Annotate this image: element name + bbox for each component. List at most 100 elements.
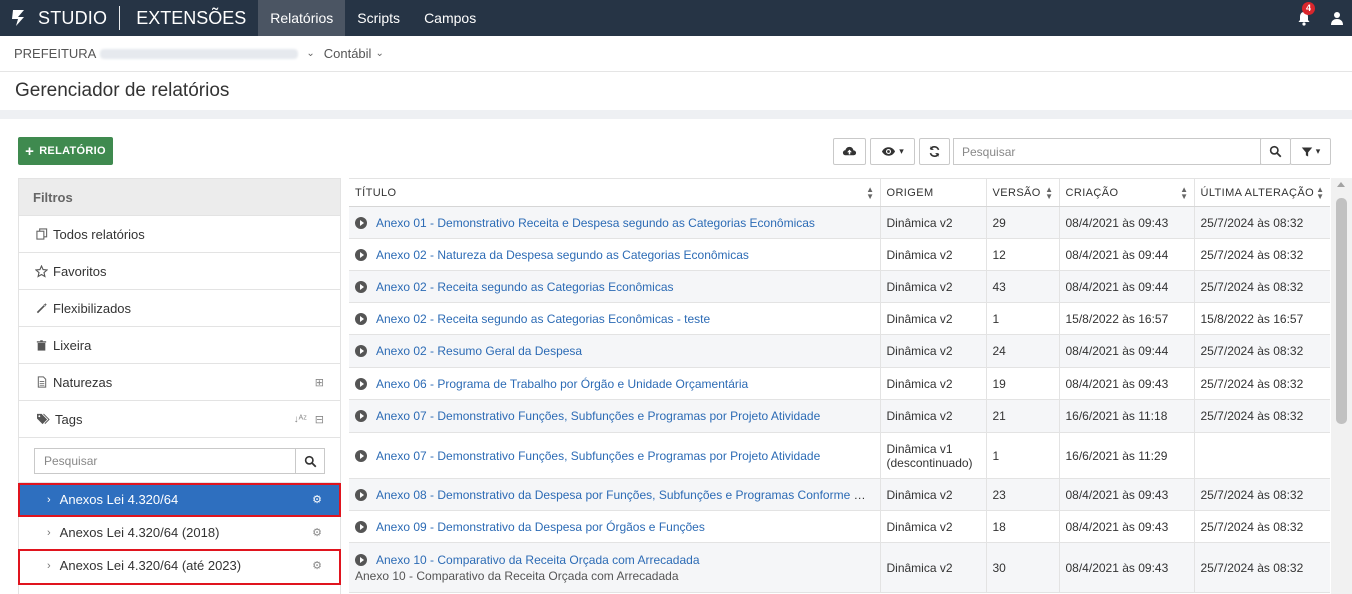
tag-search-input[interactable]: Pesquisar: [34, 448, 296, 474]
report-link[interactable]: Anexo 01 - Demonstrativo Receita e Despe…: [376, 216, 815, 230]
table-row[interactable]: Anexo 02 - Natureza da Despesa segundo a…: [349, 238, 1330, 271]
column-header-title[interactable]: TÍTULO ▲ ▼: [349, 178, 881, 207]
cell-origin: Dinâmica v2: [880, 270, 987, 303]
report-link[interactable]: Anexo 07 - Demonstrativo Funções, Subfun…: [376, 409, 820, 423]
report-link[interactable]: Anexo 02 - Receita segundo as Categorias…: [376, 312, 710, 326]
column-header-updated[interactable]: ÚLTIMA ALTERAÇÃO ▲ ▼: [1194, 178, 1330, 207]
play-icon[interactable]: [355, 345, 367, 357]
expand-natures-icon[interactable]: ⊞: [315, 364, 324, 401]
cell-title: Anexo 08 - Demonstrativo da Despesa por …: [349, 478, 881, 511]
play-icon[interactable]: [355, 377, 367, 390]
cell-version: 1: [986, 432, 1060, 479]
nav-campos[interactable]: Campos: [412, 0, 488, 36]
table-row[interactable]: Anexo 10 - Comparativo da Receita Orçada…: [349, 542, 1330, 593]
report-link[interactable]: Anexo 02 - Natureza da Despesa segundo a…: [376, 248, 749, 262]
scroll-up-arrow-icon[interactable]: [1337, 182, 1345, 187]
play-icon[interactable]: [355, 449, 367, 462]
table-row[interactable]: Anexo 08 - Demonstrativo da Despesa por …: [349, 478, 1330, 511]
chevron-right-icon: ›: [47, 526, 51, 539]
user-icon[interactable]: [1330, 11, 1344, 25]
play-icon[interactable]: [355, 216, 367, 229]
cell-created: 08/4/2021 às 09:44: [1059, 334, 1195, 368]
play-icon[interactable]: [355, 248, 367, 261]
table-header-row: TÍTULO ▲ ▼ ORIGEM VERSÃO ▲ ▼ CRIAÇÃO ▲ ▼ ÚLTIM…: [349, 178, 1330, 207]
nav-scripts[interactable]: Scripts: [345, 0, 412, 36]
play-icon[interactable]: [355, 520, 367, 533]
cell-created: 08/4/2021 às 09:43: [1059, 367, 1195, 400]
cell-created: 15/8/2022 às 16:57: [1059, 302, 1195, 335]
table-row[interactable]: Anexo 07 - Demonstrativo Funções, Subfun…: [349, 432, 1330, 479]
origin-label: Dinâmica v2: [886, 560, 953, 575]
filter-favorites[interactable]: Favoritos: [19, 253, 340, 290]
copy-icon: [35, 228, 48, 241]
play-icon[interactable]: [355, 553, 367, 566]
table-row[interactable]: Anexo 02 - Receita segundo as Categorias…: [349, 270, 1330, 303]
filter-label: Lixeira: [53, 337, 92, 353]
cell-origin: Dinâmica v2: [880, 238, 987, 271]
sort-alpha-icon[interactable]: ↓ᴬᶻ: [294, 414, 307, 425]
column-header-origin[interactable]: ORIGEM: [880, 178, 987, 207]
play-icon[interactable]: [355, 410, 367, 422]
new-report-button[interactable]: + RELATÓRIO: [18, 137, 113, 165]
report-link[interactable]: Anexo 09 - Demonstrativo da Despesa por …: [376, 520, 705, 534]
table-row[interactable]: Anexo 02 - Resumo Geral da Despesa Dinâmi…: [349, 334, 1330, 368]
cell-version: 43: [986, 270, 1060, 303]
sort-icon: ▲ ▼: [1180, 185, 1189, 201]
cell-version: 29: [986, 206, 1060, 239]
report-search-input[interactable]: Pesquisar: [953, 138, 1261, 165]
filter-natures[interactable]: Naturezas ⊞: [19, 364, 340, 401]
tag-item-anexos-lei-2018[interactable]: › Anexos Lei 4.320/64 (2018) ⚙: [19, 516, 340, 549]
highlight-box-selected-tag: [18, 483, 341, 517]
section-label[interactable]: EXTENSÕES: [136, 8, 246, 29]
table-row[interactable]: Anexo 07 - Demonstrativo Funções, Subfun…: [349, 399, 1330, 433]
filter-dropdown-button[interactable]: ▾: [1290, 138, 1331, 165]
filter-trash[interactable]: Lixeira: [19, 327, 340, 364]
table-row[interactable]: Anexo 06 - Programa de Trabalho por Órgã…: [349, 367, 1330, 400]
cloud-upload-button[interactable]: [833, 138, 866, 165]
table-row[interactable]: Anexo 02 - Receita segundo as Categorias…: [349, 302, 1330, 335]
report-link[interactable]: Anexo 07 - Demonstrativo Funções, Subfun…: [376, 449, 820, 463]
cell-updated: [1194, 432, 1330, 479]
refresh-button[interactable]: [919, 138, 950, 165]
filter-flexibilized[interactable]: Flexibilizados: [19, 290, 340, 327]
collapse-tags-icon[interactable]: ⊟: [315, 413, 324, 426]
sort-icon: ▲ ▼: [866, 185, 875, 201]
column-header-version[interactable]: VERSÃO ▲ ▼: [986, 178, 1060, 207]
filter-all-reports[interactable]: Todos relatórios: [19, 216, 340, 253]
new-report-label: RELATÓRIO: [39, 145, 106, 157]
tag-search-area: Pesquisar: [19, 438, 340, 483]
module-selector[interactable]: Contábil ⌄: [324, 46, 384, 61]
report-link[interactable]: Anexo 02 - Resumo Geral da Despesa: [376, 344, 582, 358]
search-icon: [1269, 145, 1282, 158]
brand-divider: [119, 6, 121, 30]
play-icon[interactable]: [355, 280, 367, 293]
report-description: Anexo 10 - Comparativo da Receita Orçada…: [355, 568, 679, 583]
search-button[interactable]: [1260, 138, 1291, 165]
brand-label: STUDIO: [38, 7, 108, 28]
nav-relatorios[interactable]: Relatórios: [258, 0, 346, 36]
tag-search-button[interactable]: [295, 448, 325, 474]
report-link[interactable]: Anexo 10 - Comparativo da Receita Orçada…: [376, 553, 700, 567]
table-row[interactable]: Anexo 09 - Demonstrativo da Despesa por …: [349, 510, 1330, 543]
table-row[interactable]: Anexo 01 - Demonstrativo Receita e Despe…: [349, 206, 1330, 239]
report-link[interactable]: Anexo 08 - Demonstrativo da Despesa por …: [376, 488, 879, 502]
cell-title: Anexo 02 - Natureza da Despesa segundo a…: [349, 238, 881, 271]
filter-tags[interactable]: Tags ↓ᴬᶻ ⊟: [19, 401, 340, 438]
play-icon[interactable]: [355, 312, 367, 325]
cell-origin: Dinâmica v2: [880, 510, 987, 543]
gear-icon[interactable]: ⚙: [312, 516, 322, 549]
entity-selector[interactable]: PREFEITURA ⌄: [14, 46, 315, 61]
studio-logo[interactable]: STUDIO: [0, 0, 107, 36]
notifications-button[interactable]: 4: [1294, 2, 1315, 28]
report-link[interactable]: Anexo 06 - Programa de Trabalho por Órgã…: [376, 377, 748, 391]
view-options-dropdown[interactable]: ▾: [870, 138, 915, 165]
play-icon[interactable]: [355, 488, 367, 501]
plus-icon: +: [25, 142, 35, 160]
chevron-down-icon: ⌄: [375, 48, 384, 59]
column-header-created[interactable]: CRIAÇÃO ▲ ▼: [1059, 178, 1195, 207]
cell-version: 24: [986, 334, 1060, 368]
table-scrollbar[interactable]: [1331, 178, 1352, 594]
entity-prefix: PREFEITURA: [14, 46, 97, 61]
report-link[interactable]: Anexo 02 - Receita segundo as Categorias…: [376, 280, 674, 294]
scroll-thumb[interactable]: [1336, 198, 1347, 424]
